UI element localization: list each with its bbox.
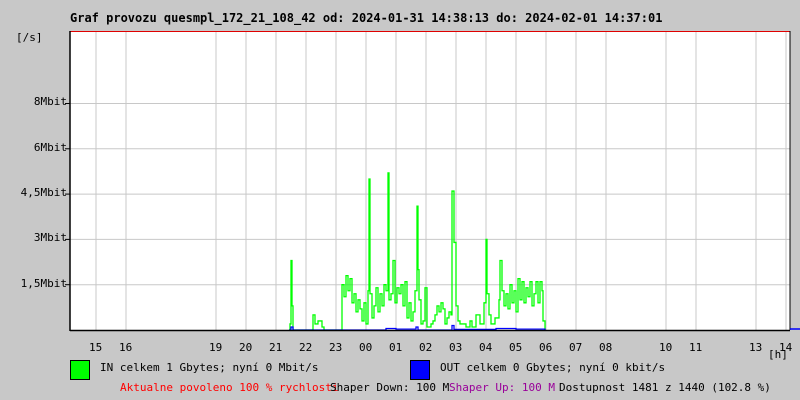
x-tick-label: 23 [329,341,343,354]
allowed-speed-text: Aktualne povoleno 100 % rychlosti [120,381,339,394]
shaper-down-text: Shaper Down: 100 M [330,381,450,394]
legend-in-label: IN celkem 1 Gbytes; nyní 0 Mbit/s [100,361,319,374]
x-tick-label: 15 [89,341,103,354]
x-tick-label: 01 [389,341,403,354]
x-tick-label: 11 [689,341,703,354]
legend-out-swatch [410,360,430,380]
x-tick-label: 16 [119,341,133,354]
x-tick-label: 07 [569,341,583,354]
y-tick-label: 6Mbit [33,140,67,154]
availability-text: Dostupnost 1481 z 1440 (102.8 %) [559,381,771,394]
x-tick-label: 19 [209,341,223,354]
legend-in-swatch [70,360,90,380]
x-tick-label: 08 [599,341,613,354]
x-tick-label: 03 [449,341,463,354]
x-tick-label: 05 [509,341,523,354]
x-tick-label: 20 [239,341,253,354]
x-tick-label: 10 [659,341,673,354]
shaper-up-text: Shaper Up: 100 M [449,381,555,394]
y-tick-label: 3Mbit [33,231,67,245]
x-tick-label: 06 [539,341,553,354]
x-tick-label: 21 [269,341,283,354]
y-tick-label: 4,5Mbit [20,186,67,200]
x-tick-label: 13 [749,341,763,354]
x-tick-label: 14 [779,341,793,354]
y-tick-label: 1,5Mbit [20,276,67,290]
x-tick-label: 00 [359,341,373,354]
y-tick-label: 8Mbit [33,95,67,109]
x-tick-label: 22 [299,341,313,354]
x-tick-label: 02 [419,341,433,354]
traffic-chart [65,31,800,332]
legend-out-label: OUT celkem 0 Gbytes; nyní 0 kbit/s [440,361,666,374]
x-tick-label: 04 [479,341,493,354]
